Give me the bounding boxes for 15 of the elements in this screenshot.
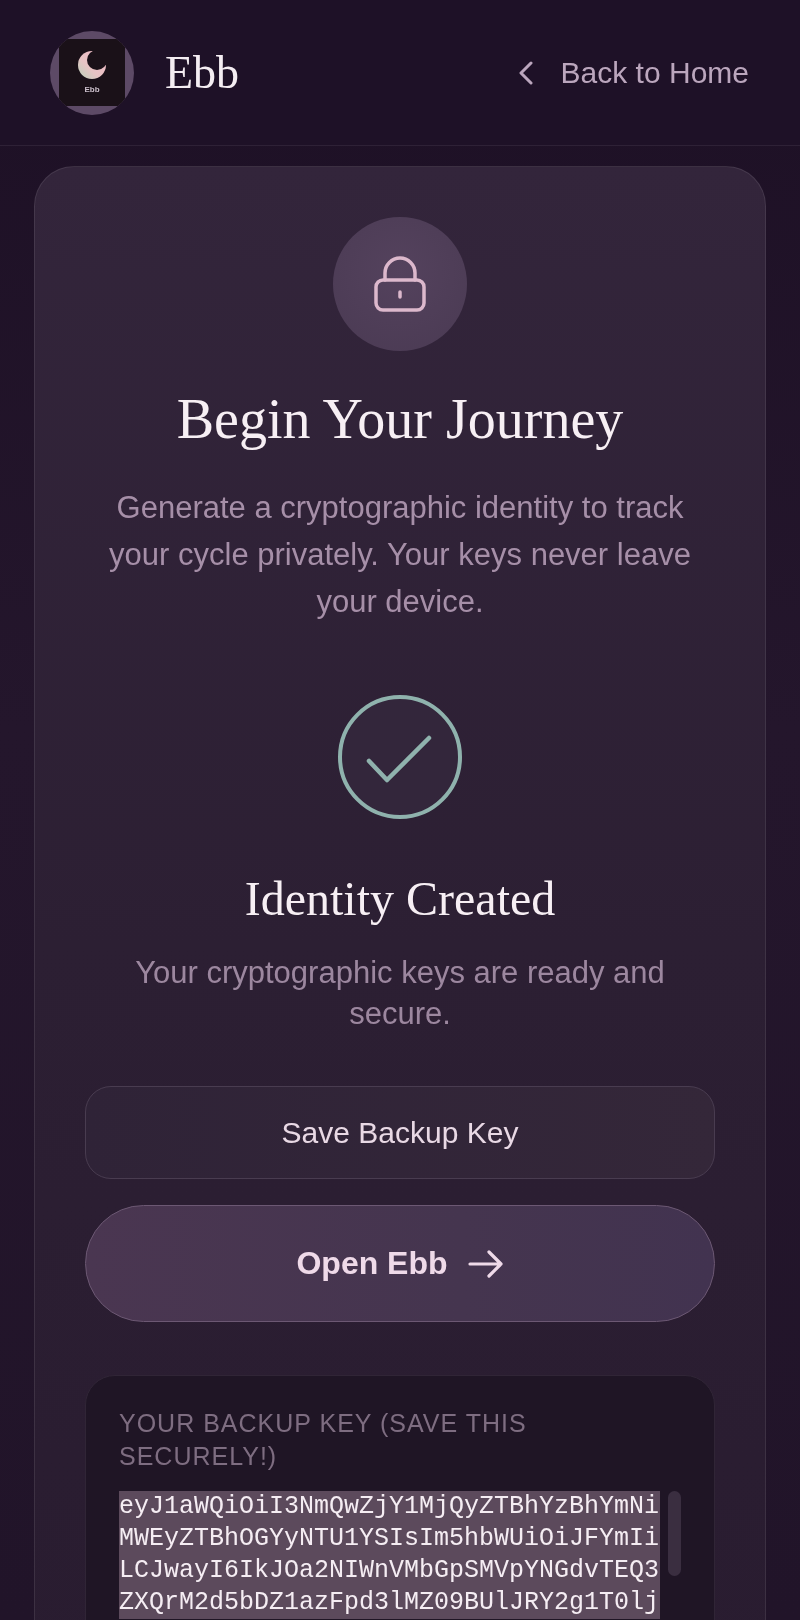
brand-name: Ebb (165, 45, 240, 100)
moon-icon (78, 50, 106, 80)
arrow-right-icon (467, 1249, 504, 1278)
status-title: Identity Created (244, 871, 556, 927)
logo-label: Ebb (84, 85, 100, 94)
chevron-left-icon (517, 60, 534, 85)
backup-key-label: YOUR BACKUP KEY (SAVE THIS SECURELY!) (119, 1408, 528, 1472)
back-link[interactable]: Back to Home (517, 54, 749, 91)
backup-key-field[interactable]: eyJ1aWQiOiI3NmQwZjY1MjQyZTBhYzBhYmNiMWEyZTBhOGYyNTU1YSIsIm5hbWUiOiJFYmIiLCJwayI6IkJOa2NIWnVMbGpSMVpYNGdvTEQ3ZXQrM2d5bDZ1azFpd3lMZ09BUlJRY2g1T0lj (119, 1491, 660, 1619)
scrollbar-thumb[interactable] (668, 1491, 681, 1576)
open-button[interactable]: Open Ebb (85, 1205, 715, 1322)
page-title: Begin Your Journey (176, 387, 624, 452)
save-button[interactable]: Save Backup Key (85, 1086, 715, 1179)
intro-text: Generate a cryptographic identity to track your cycle privately. Your keys never leave your device. (108, 489, 692, 621)
status-message: Your cryptographic keys are ready and secure. (134, 954, 666, 1033)
